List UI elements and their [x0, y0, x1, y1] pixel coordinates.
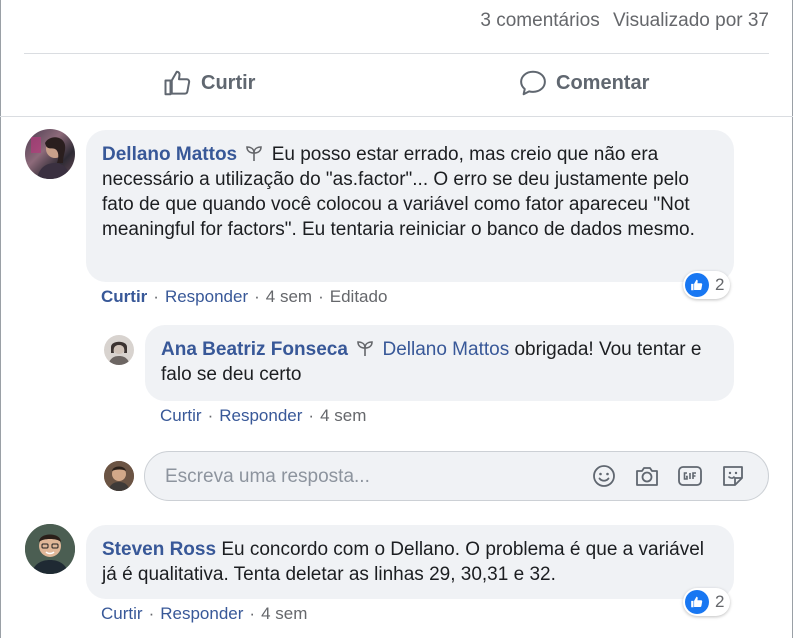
comments-count[interactable]: 3 comentários [480, 10, 599, 31]
reaction-number: 2 [715, 275, 725, 294]
comment-button-label: Comentar [556, 71, 650, 94]
comment-like-link[interactable]: Curtir [101, 604, 143, 623]
comment-reply-link[interactable]: Responder [165, 287, 248, 306]
comment-bubble: Steven Ross Eu concordo com o Dellano. O… [86, 525, 734, 599]
like-reaction-icon [685, 273, 709, 297]
comment-author[interactable]: Ana Beatriz Fonseca [161, 339, 348, 360]
sprout-badge-icon [357, 341, 373, 356]
divider [0, 116, 793, 117]
speech-bubble-icon [520, 70, 546, 96]
emoji-icon[interactable] [591, 463, 617, 489]
avatar-photo [108, 341, 130, 365]
comment-button[interactable]: Comentar [518, 68, 649, 98]
post-stats: 3 comentários Visualizado por 37 [480, 10, 769, 32]
mention-link[interactable]: Dellano Mattos [382, 339, 509, 360]
comment-reply-link[interactable]: Responder [219, 406, 302, 425]
avatar-photo [25, 524, 75, 574]
reply-tools [591, 463, 746, 489]
views-count[interactable]: Visualizado por 37 [613, 10, 769, 31]
comment-actions: Curtir · Responder · 4 sem [160, 406, 367, 425]
divider [24, 53, 769, 54]
avatar-photo [31, 137, 71, 179]
comment-actions: Curtir · Responder · 4 sem · Editado [101, 287, 388, 306]
reaction-count[interactable]: 2 [683, 588, 731, 616]
comment-actions: Curtir · Responder · 4 sem [101, 604, 308, 623]
comment-timestamp[interactable]: 4 sem [266, 287, 312, 306]
thumbs-up-icon [164, 70, 191, 96]
gif-icon[interactable] [677, 463, 703, 489]
edited-label[interactable]: Editado [330, 287, 388, 306]
reply-input[interactable] [163, 462, 567, 492]
sticker-icon[interactable] [720, 463, 746, 489]
reaction-count[interactable]: 2 [683, 271, 731, 299]
reply-bubble: Ana Beatriz Fonseca Dellano Mattos obrig… [145, 325, 734, 401]
comment-reply-link[interactable]: Responder [160, 604, 243, 623]
avatar[interactable] [25, 129, 75, 179]
current-user-avatar[interactable] [104, 461, 134, 491]
avatar-photo [104, 461, 134, 491]
comment-like-link[interactable]: Curtir [101, 287, 147, 306]
reply-composer [144, 451, 769, 501]
comment-like-link[interactable]: Curtir [160, 406, 202, 425]
comment-author[interactable]: Dellano Mattos [102, 144, 237, 165]
comment-author[interactable]: Steven Ross [102, 539, 216, 560]
like-button-label: Curtir [201, 71, 256, 94]
like-reaction-icon [685, 590, 709, 614]
comment-bubble: Dellano Mattos Eu posso estar errado, ma… [86, 130, 734, 282]
reaction-number: 2 [715, 592, 725, 611]
like-button[interactable]: Curtir [163, 68, 255, 98]
camera-icon[interactable] [634, 463, 660, 489]
comment-timestamp[interactable]: 4 sem [261, 604, 307, 623]
avatar[interactable] [25, 524, 75, 574]
avatar[interactable] [104, 335, 134, 365]
comment-timestamp[interactable]: 4 sem [320, 406, 366, 425]
sprout-badge-icon [246, 146, 263, 161]
